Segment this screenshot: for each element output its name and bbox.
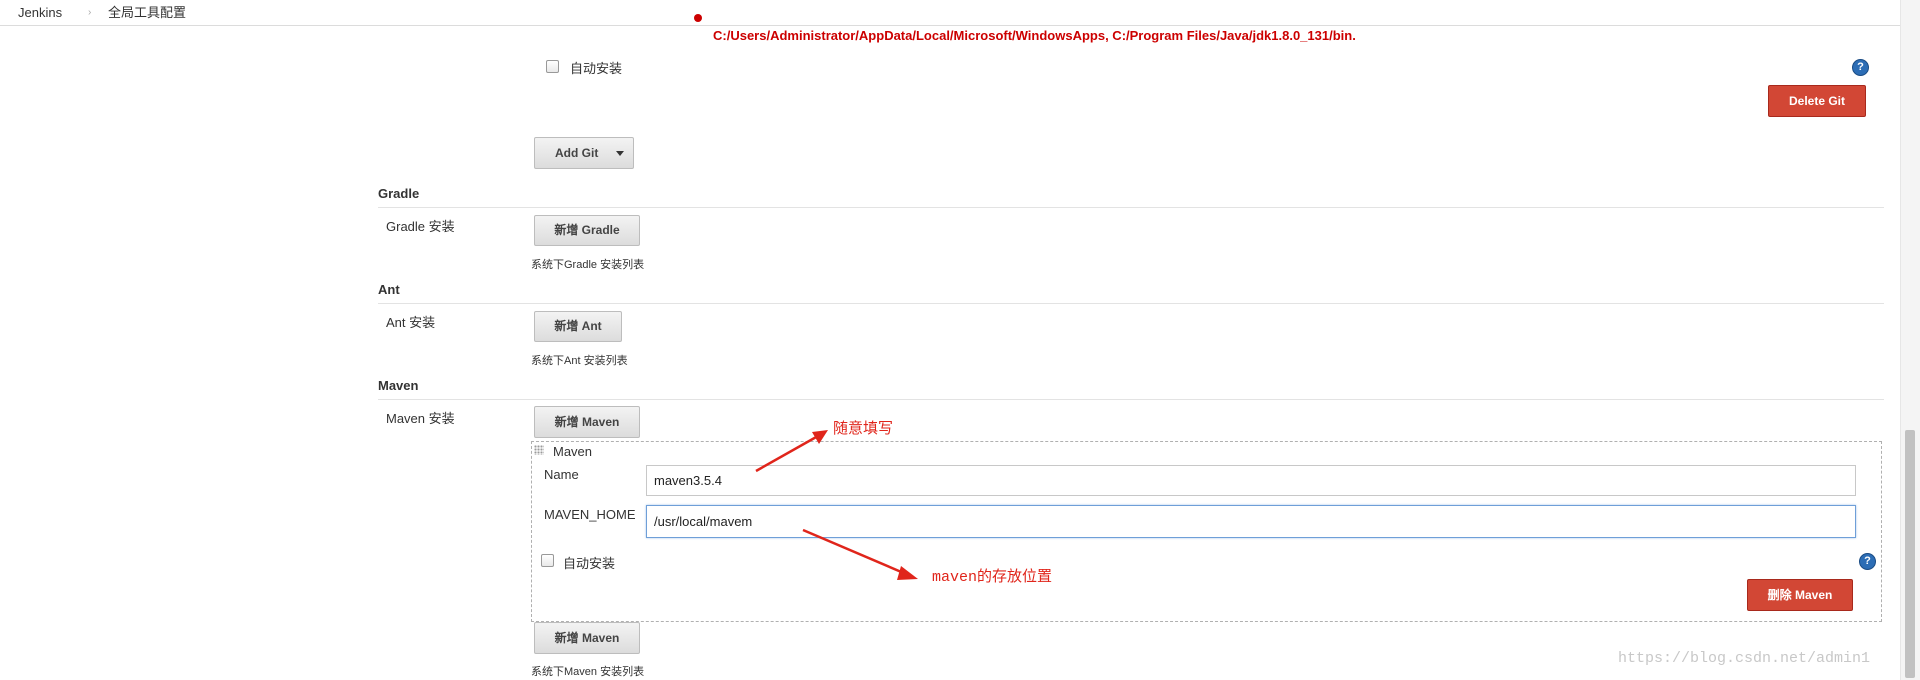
annotation-arrow-icon <box>755 430 828 473</box>
annotation-name-note: 随意填写 <box>833 420 894 437</box>
watermark: https://blog.csdn.net/admin1 <box>1618 650 1871 667</box>
annotation-arrow-icon <box>802 528 918 580</box>
annotation-home-note: maven的存放位置 <box>932 569 1053 586</box>
